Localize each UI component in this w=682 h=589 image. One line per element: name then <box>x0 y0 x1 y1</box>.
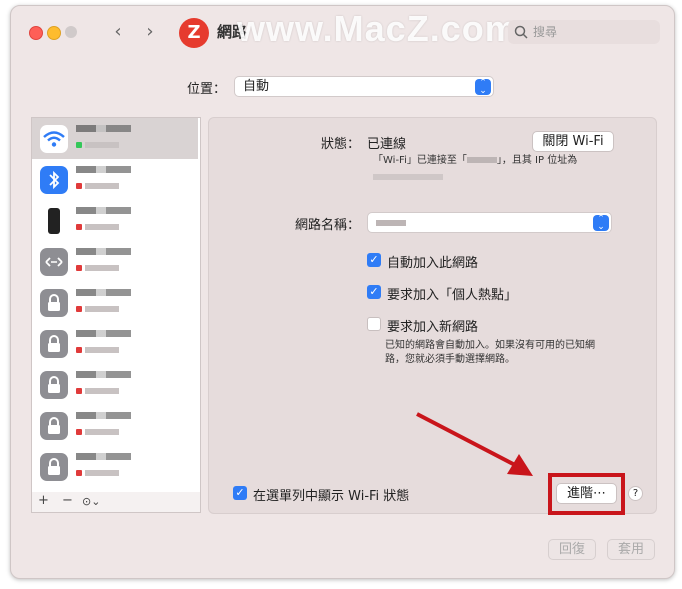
watermark-text: www.MacZ.com <box>237 8 518 49</box>
network-service-bluetooth[interactable] <box>32 159 198 200</box>
connection-status <box>76 388 120 396</box>
redacted-name <box>76 412 176 419</box>
network-service-list <box>31 117 201 494</box>
show-wifi-status-checkbox[interactable]: ✓ <box>233 486 247 500</box>
apply-button[interactable]: 套用 <box>607 539 655 560</box>
bluetooth-icon <box>40 166 68 194</box>
status-description: 「Wi-Fi」已連接至「 」，且其 IP 位址為 <box>373 153 577 168</box>
connection-status <box>76 142 120 150</box>
forward-button[interactable]: › <box>139 20 161 44</box>
ask-new-networks-label: 要求加入新網路 <box>387 320 479 335</box>
network-service-iphone[interactable] <box>32 200 198 241</box>
vpn-arrows-icon <box>40 248 68 276</box>
network-service-vpn[interactable] <box>32 241 198 282</box>
ask-hotspot-label: 要求加入「個人熱點」 <box>387 288 518 303</box>
known-networks-note-2: 路，您就必須手動選擇網路。 <box>385 354 515 365</box>
known-networks-note-1: 已知的網路會自動加入。如果沒有可用的已知網 <box>385 340 595 351</box>
search-field[interactable]: 搜尋 <box>508 20 660 44</box>
redacted-name <box>76 125 176 132</box>
redacted-name <box>76 453 176 460</box>
remove-service-button[interactable]: − <box>62 493 73 508</box>
redacted-name <box>76 371 176 378</box>
chevron-updown-icon: ⌃ ⌄ <box>475 79 491 96</box>
network-name-label: 網路名稱： <box>295 218 361 233</box>
network-service-wifi[interactable] <box>32 118 198 159</box>
connection-status <box>76 470 120 478</box>
lock-icon <box>40 371 68 399</box>
chevron-updown-icon: ⌃ ⌄ <box>593 215 609 232</box>
lock-icon <box>40 289 68 317</box>
auto-join-checkbox[interactable]: ✓ <box>367 253 381 267</box>
status-description-head: 「Wi-Fi」已連接至「 <box>373 155 467 166</box>
redacted-ip <box>373 174 443 180</box>
annotation-arrow-icon <box>416 412 533 476</box>
revert-button[interactable]: 回復 <box>548 539 596 560</box>
network-service-locked-3[interactable] <box>32 364 198 405</box>
redacted-name <box>76 207 176 214</box>
lock-icon <box>40 330 68 358</box>
auto-join-label: 自動加入此網路 <box>387 256 479 271</box>
connection-status <box>76 429 120 437</box>
location-select[interactable]: 自動 ⌃ ⌄ <box>234 76 494 97</box>
redacted-name <box>76 248 176 255</box>
redacted-name <box>76 330 176 337</box>
search-placeholder: 搜尋 <box>533 25 558 39</box>
connection-status <box>76 224 120 232</box>
close-button[interactable] <box>29 26 43 40</box>
connection-status <box>76 183 120 191</box>
connection-status <box>76 347 120 355</box>
ask-new-networks-checkbox[interactable] <box>367 317 381 331</box>
iphone-icon <box>40 207 68 235</box>
minimize-button[interactable] <box>47 26 61 40</box>
connection-status <box>76 265 120 273</box>
search-icon <box>514 20 528 52</box>
network-service-locked-2[interactable] <box>32 323 198 364</box>
show-wifi-status-label: 在選單列中顯示 Wi-Fi 狀態 <box>253 489 410 504</box>
redacted-name <box>76 166 176 173</box>
network-service-locked-1[interactable] <box>32 282 198 323</box>
advanced-button[interactable]: 進階⋯ <box>556 483 617 504</box>
network-service-locked-4[interactable] <box>32 405 198 446</box>
location-label: 位置： <box>187 82 227 97</box>
lock-icon <box>40 412 68 440</box>
location-value: 自動 <box>243 79 270 94</box>
lock-icon <box>40 453 68 481</box>
ask-hotspot-checkbox[interactable]: ✓ <box>367 285 381 299</box>
back-button[interactable]: ‹ <box>107 20 129 44</box>
network-service-locked-5[interactable] <box>32 446 198 487</box>
status-value: 已連線 <box>367 137 407 152</box>
status-label: 狀態： <box>321 137 361 152</box>
service-list-toolbar: + − ⊙⌄ <box>31 492 201 513</box>
macz-logo-icon: Z <box>179 18 209 48</box>
turn-off-wifi-button[interactable]: 關閉 Wi-Fi <box>532 131 614 152</box>
redacted-name <box>76 289 176 296</box>
wifi-icon <box>40 125 68 153</box>
network-name-select[interactable]: ⌃ ⌄ <box>367 212 612 233</box>
status-description-tail: 」，且其 IP 位址為 <box>496 155 578 166</box>
add-service-button[interactable]: + <box>38 493 49 508</box>
network-preferences-window: ‹ › Z 網路 www.MacZ.com 搜尋 位置： 自動 ⌃ ⌄ + − … <box>10 5 675 579</box>
help-button[interactable]: ? <box>628 486 643 501</box>
action-menu-button[interactable]: ⊙⌄ <box>82 495 100 508</box>
connection-status <box>76 306 120 314</box>
zoom-button[interactable] <box>65 26 77 38</box>
